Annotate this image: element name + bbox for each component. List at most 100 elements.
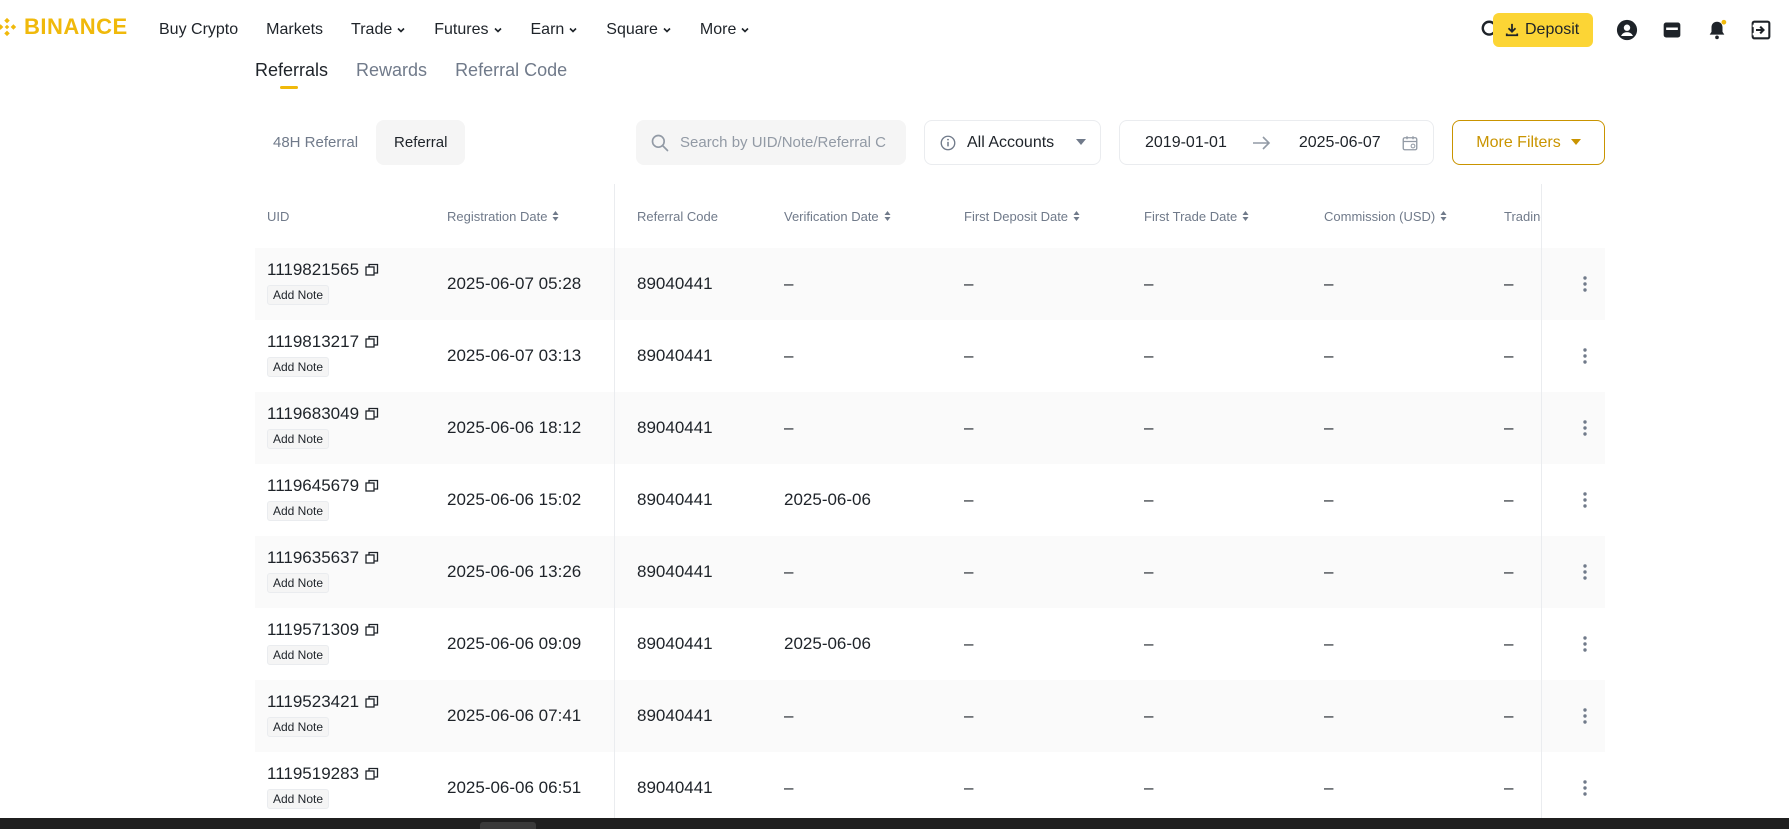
first-deposit-date-cell: – [964, 346, 974, 365]
add-note-button[interactable]: Add Note [267, 357, 330, 377]
add-note-button[interactable]: Add Note [267, 573, 330, 593]
calendar-icon [1402, 135, 1418, 150]
menu-futures[interactable]: Futures [434, 21, 502, 39]
copy-icon[interactable] [365, 479, 379, 493]
taskbar-item [480, 822, 536, 829]
copy-icon[interactable] [365, 695, 379, 709]
sort-icon[interactable] [1073, 210, 1080, 222]
menu-square[interactable]: Square [606, 21, 672, 39]
row-actions-menu[interactable] [1575, 248, 1595, 320]
copy-icon[interactable] [365, 767, 379, 781]
row-actions-menu[interactable] [1575, 536, 1595, 608]
first-trade-date-cell: – [1144, 490, 1154, 509]
table-header: UID Registration Date Referral Code Veri… [255, 184, 1605, 248]
first-deposit-date-cell: – [964, 778, 974, 797]
sort-icon[interactable] [552, 210, 559, 222]
search-input[interactable] [680, 134, 890, 151]
download-app-icon[interactable] [1749, 18, 1773, 42]
add-note-button[interactable]: Add Note [267, 717, 330, 737]
commission-cell: – [1324, 706, 1334, 725]
date-to[interactable]: 2025-06-07 [1299, 134, 1381, 152]
tab-rewards[interactable]: Rewards [356, 60, 427, 91]
info-icon[interactable] [939, 134, 957, 152]
row-actions-menu[interactable] [1575, 680, 1595, 752]
commission-cell: – [1324, 778, 1334, 797]
col-commission[interactable]: Commission (USD) [1324, 184, 1447, 248]
menu-buy-crypto[interactable]: Buy Crypto [159, 21, 238, 39]
table-row: 1119821565 Add Note 2025-06-07 05:28 890404… [255, 248, 1605, 320]
col-first-deposit-date[interactable]: First Deposit Date [964, 184, 1080, 248]
registration-date-cell: 2025-06-06 07:41 [447, 706, 582, 725]
more-vertical-icon [1583, 564, 1587, 580]
col-registration-date[interactable]: Registration Date [447, 184, 559, 248]
arrow-right-icon [1252, 135, 1270, 150]
table-body: 1119821565 Add Note 2025-06-07 05:28 890404… [255, 248, 1605, 824]
menu-earn[interactable]: Earn [531, 21, 579, 39]
copy-icon[interactable] [365, 263, 379, 277]
menu-label: Earn [530, 21, 565, 38]
col-label: Commission (USD) [1324, 208, 1436, 224]
col-uid: UID [267, 184, 289, 248]
row-actions-menu[interactable] [1575, 464, 1595, 536]
wallet-icon[interactable] [1660, 18, 1684, 42]
segment-48h-referral[interactable]: 48H Referral [255, 120, 376, 165]
add-note-button[interactable]: Add Note [267, 789, 330, 809]
user-icon[interactable] [1615, 18, 1639, 42]
menu-trade[interactable]: Trade [351, 21, 406, 39]
uid-value: 1119571309 [267, 620, 360, 639]
row-actions-menu[interactable] [1575, 320, 1595, 392]
more-filters-button[interactable]: More Filters [1452, 120, 1605, 165]
tab-referrals[interactable]: Referrals [255, 60, 328, 91]
commission-cell: – [1324, 562, 1334, 581]
column-divider [1541, 184, 1542, 824]
caret-down-icon [1570, 138, 1581, 145]
taskbar [0, 818, 1789, 829]
col-referral-code: Referral Code [637, 184, 718, 248]
registration-date-cell: 2025-06-07 05:28 [447, 274, 582, 293]
first-trade-date-cell: – [1144, 634, 1154, 653]
row-actions-menu[interactable] [1575, 392, 1595, 464]
table-row: 1119683049 Add Note 2025-06-06 18:12 890404… [255, 392, 1605, 464]
sort-icon[interactable] [884, 210, 891, 222]
row-actions-menu[interactable] [1575, 608, 1595, 680]
commission-cell: – [1324, 274, 1334, 293]
first-trade-date-cell: – [1144, 346, 1154, 365]
col-first-trade-date[interactable]: First Trade Date [1144, 184, 1249, 248]
copy-icon[interactable] [365, 407, 379, 421]
uid-cell: 1119523421 Add Note [267, 692, 379, 737]
verification-date-cell: – [784, 418, 794, 437]
add-note-button[interactable]: Add Note [267, 501, 330, 521]
trading-cell: – [1504, 562, 1514, 581]
sort-icon[interactable] [1242, 210, 1249, 222]
deposit-button[interactable]: Deposit [1493, 13, 1593, 47]
date-range-picker[interactable]: 2019-01-01 2025-06-07 [1119, 120, 1434, 165]
date-from[interactable]: 2019-01-01 [1145, 134, 1227, 152]
copy-icon[interactable] [365, 623, 379, 637]
col-label: Registration Date [447, 208, 548, 224]
sort-icon[interactable] [1440, 210, 1447, 222]
menu-label: Square [606, 21, 658, 38]
add-note-button[interactable]: Add Note [267, 429, 330, 449]
segment-referral[interactable]: Referral [376, 120, 466, 165]
menu-more[interactable]: More [700, 21, 750, 39]
first-deposit-date-cell: – [964, 418, 974, 437]
copy-icon[interactable] [365, 551, 379, 565]
commission-cell: – [1324, 490, 1334, 509]
col-verification-date[interactable]: Verification Date [784, 184, 891, 248]
row-actions-menu[interactable] [1575, 752, 1595, 824]
more-vertical-icon [1583, 708, 1587, 724]
menu-markets[interactable]: Markets [266, 21, 323, 39]
copy-icon[interactable] [365, 335, 379, 349]
menu-label: More [699, 21, 737, 38]
verification-date-cell: – [784, 346, 794, 365]
more-vertical-icon [1583, 348, 1587, 364]
uid-cell: 1119645679 Add Note [267, 476, 379, 521]
add-note-button[interactable]: Add Note [267, 285, 330, 305]
binance-logo[interactable]: BINANCE [0, 14, 128, 40]
column-divider [614, 184, 615, 824]
accounts-select[interactable]: All Accounts [924, 120, 1101, 165]
tab-referral-code[interactable]: Referral Code [455, 60, 567, 91]
add-note-button[interactable]: Add Note [267, 645, 330, 665]
trading-cell: – [1504, 634, 1514, 653]
bell-icon[interactable] [1705, 18, 1729, 42]
